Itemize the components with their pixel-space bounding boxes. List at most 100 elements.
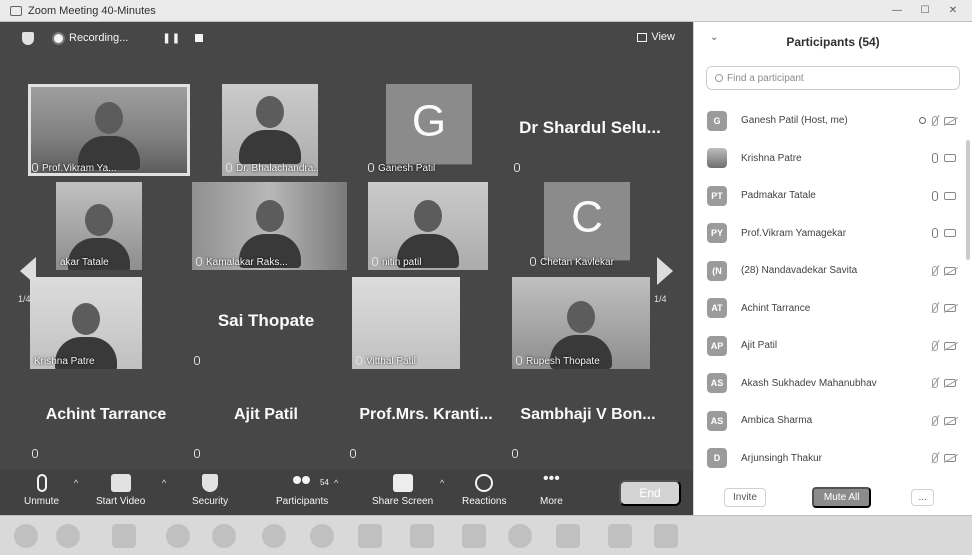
video-off-icon	[944, 116, 956, 125]
muted-mic-icon	[516, 356, 522, 365]
participant-row[interactable]: (N (28) Nandavadekar Savita	[694, 252, 964, 290]
tile-display-name: Sambhaji V Bon...	[520, 406, 656, 424]
stop-recording-icon[interactable]	[195, 34, 204, 42]
tile-name: Chetan Kavlekar	[530, 257, 614, 268]
security-label: Security	[192, 496, 229, 507]
mic-icon[interactable]	[932, 190, 938, 201]
next-page-arrow-icon[interactable]	[657, 257, 673, 285]
participant-row[interactable]: AS Akash Sukhadev Mahanubhav	[694, 365, 964, 403]
panel-scrollbar[interactable]	[966, 140, 970, 260]
participant-row[interactable]: AT Achint Tarrance	[694, 290, 964, 328]
muted-mic-icon[interactable]	[932, 265, 938, 276]
tile-name: nitin patil	[372, 257, 421, 268]
panel-more-button[interactable]: ...	[911, 488, 934, 506]
video-off-icon	[944, 304, 956, 313]
more-button[interactable]: ••• More	[540, 471, 563, 508]
muted-mic-icon[interactable]	[932, 453, 938, 464]
word-icon[interactable]	[410, 524, 434, 548]
participant-name: Prof.Vikram Yamagekar	[741, 227, 847, 239]
participant-row[interactable]: Krishna Patre	[694, 140, 964, 178]
participant-search[interactable]: Find a participant	[706, 66, 960, 90]
close-icon[interactable]: ✕	[940, 2, 966, 18]
video-options-caret-icon[interactable]: ^	[162, 478, 166, 488]
video-tile[interactable]: Dr. Bhalachandra...	[222, 84, 318, 176]
participant-row[interactable]: G Ganesh Patil (Host, me)	[694, 102, 964, 140]
participant-name: Ganesh Patil (Host, me)	[741, 115, 848, 127]
video-tile[interactable]: Sai Thopate	[190, 277, 342, 369]
participant-name: Krishna Patre	[741, 152, 802, 164]
end-meeting-button[interactable]: End	[619, 480, 681, 506]
video-tile[interactable]: G Ganesh Patil	[364, 84, 494, 176]
participant-row[interactable]: PY Prof.Vikram Yamagekar	[694, 215, 964, 253]
video-tile[interactable]: Krishna Patre	[30, 277, 142, 369]
page-indicator-right: 1/4	[654, 294, 667, 304]
participant-row[interactable]: AP Ajit Patil	[694, 327, 964, 365]
muted-mic-icon	[194, 356, 200, 365]
app-icon[interactable]	[608, 524, 632, 548]
mute-all-button[interactable]: Mute All	[811, 486, 872, 508]
video-tile[interactable]: Prof.Vikram Ya...	[28, 84, 190, 176]
pause-recording-icon[interactable]: ❚❚	[162, 33, 181, 44]
chrome-icon[interactable]	[262, 524, 286, 548]
minimize-icon[interactable]: —	[884, 2, 910, 18]
google-icon[interactable]	[508, 524, 532, 548]
participant-row[interactable]: AS Ambica Sharma	[694, 402, 964, 440]
user-app-icon[interactable]	[462, 524, 486, 548]
video-tile[interactable]: Prof.Mrs. Kranti...	[346, 372, 506, 462]
internet-explorer-icon[interactable]	[56, 524, 80, 548]
zoom-taskbar-icon[interactable]	[654, 524, 678, 548]
participant-avatar	[707, 148, 727, 169]
video-tile[interactable]: Ajit Patil	[190, 372, 342, 462]
video-tile[interactable]: nitin patil	[368, 182, 488, 270]
mic-icon[interactable]	[932, 153, 938, 164]
unmute-button[interactable]: Unmute	[24, 474, 59, 507]
video-tile[interactable]: akar Tatale	[56, 182, 142, 270]
video-tile[interactable]: Sambhaji V Bon...	[508, 372, 668, 462]
file-explorer-icon[interactable]	[112, 524, 136, 548]
video-icon	[944, 229, 956, 238]
muted-mic-icon[interactable]	[932, 415, 938, 426]
audio-options-caret-icon[interactable]: ^	[74, 478, 78, 488]
video-tile[interactable]: Dr Shardul Selu...	[510, 84, 670, 176]
calculator-icon[interactable]	[556, 524, 580, 548]
participant-row[interactable]: D Arjunsingh Thakur	[694, 440, 964, 478]
muted-mic-icon[interactable]	[932, 378, 938, 389]
paint-icon[interactable]	[310, 524, 334, 548]
participants-caret-icon[interactable]: ^	[334, 478, 338, 488]
participant-row[interactable]: PT Padmakar Tatale	[694, 177, 964, 215]
collapse-chevron-icon[interactable]: ⌄	[710, 32, 718, 43]
participant-name: Ambica Sharma	[741, 415, 813, 427]
video-tile[interactable]: Kamalakar Raks...	[192, 182, 347, 270]
participant-name: Padmakar Tatale	[741, 190, 816, 202]
muted-mic-icon	[196, 257, 202, 266]
browser-icon[interactable]	[212, 524, 236, 548]
video-tile[interactable]: Rupesh Thopate	[512, 277, 650, 369]
previous-page-arrow-icon[interactable]	[20, 257, 36, 285]
video-tile[interactable]: Vitthal Patil	[352, 277, 460, 369]
mic-icon[interactable]	[932, 228, 938, 239]
media-player-icon[interactable]	[166, 524, 190, 548]
invite-button[interactable]: Invite	[724, 487, 766, 507]
tool-icon[interactable]	[358, 524, 382, 548]
video-tile[interactable]: C Chetan Kavlekar	[526, 182, 648, 270]
grid-view-icon	[637, 32, 648, 42]
video-tile[interactable]: Achint Tarrance	[28, 372, 184, 462]
view-button[interactable]: View	[637, 31, 675, 43]
start-menu-icon[interactable]	[14, 524, 38, 548]
video-off-icon	[944, 379, 956, 388]
muted-mic-icon[interactable]	[932, 340, 938, 351]
encryption-shield-icon[interactable]	[22, 31, 34, 45]
reactions-button[interactable]: Reactions	[462, 474, 506, 507]
video-off-icon	[944, 341, 956, 350]
tile-name-text: Vitthal Patil	[366, 356, 416, 367]
muted-mic-icon[interactable]	[932, 115, 938, 126]
tile-name-text: nitin patil	[382, 257, 422, 268]
participant-name: Achint Tarrance	[741, 302, 811, 314]
share-screen-button[interactable]: Share Screen	[372, 474, 433, 507]
start-video-button[interactable]: Start Video	[96, 474, 145, 507]
maximize-icon[interactable]: ☐	[912, 2, 938, 18]
security-button[interactable]: Security	[192, 474, 228, 507]
share-options-caret-icon[interactable]: ^	[440, 478, 444, 488]
muted-mic-icon[interactable]	[932, 303, 938, 314]
tile-name: akar Tatale	[60, 257, 109, 268]
